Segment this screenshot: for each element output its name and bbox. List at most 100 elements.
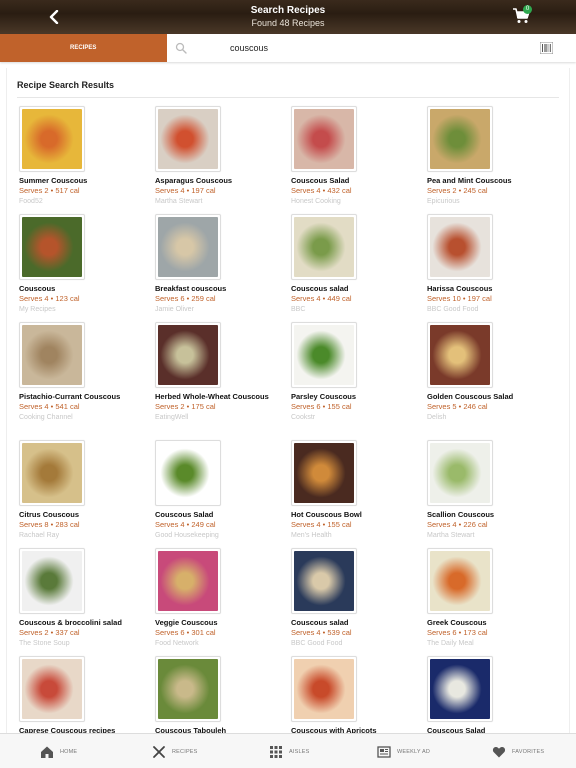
- recipe-name: Harissa Couscous: [427, 284, 493, 293]
- recipe-source: EatingWell: [155, 414, 189, 421]
- recipe-card[interactable]: Couscous Tabouleh: [155, 656, 285, 735]
- recipe-name: Veggie Couscous: [155, 618, 218, 627]
- recipe-serves-calories: Serves 4 • 249 cal: [155, 520, 216, 529]
- recipe-card[interactable]: Greek Couscous Serves 6 • 173 cal The Dail…: [427, 548, 557, 649]
- nav-recipes[interactable]: RECIPES: [152, 734, 198, 768]
- cart-badge: 0: [523, 5, 532, 14]
- recipe-card[interactable]: Couscous & broccolini salad Serves 2 • 33…: [19, 548, 149, 649]
- results-count: Found 48 Recipes: [251, 18, 325, 28]
- recipe-serves-calories: Serves 4 • 197 cal: [155, 186, 216, 195]
- recipe-card[interactable]: Couscous salad Serves 4 • 449 cal BBC: [291, 214, 421, 315]
- recipe-serves-calories: Serves 4 • 539 cal: [291, 628, 352, 637]
- recipe-image: [430, 217, 490, 277]
- barcode-scan-icon[interactable]: [540, 42, 553, 54]
- recipe-image: [430, 109, 490, 169]
- app-header: Search Recipes Found 48 Recipes 0: [0, 0, 576, 34]
- recipe-image: [22, 109, 82, 169]
- recipe-name: Greek Couscous: [427, 618, 487, 627]
- recipe-image: [158, 551, 218, 611]
- nav-favorites-label: FAVORITES: [512, 748, 545, 755]
- recipe-source: Delish: [427, 414, 447, 421]
- recipe-card[interactable]: Herbed Whole-Wheat Couscous Serves 2 • 17…: [155, 322, 285, 423]
- nav-weekly-ad[interactable]: WEEKLY AD: [377, 734, 430, 768]
- recipe-card[interactable]: Couscous Serves 4 • 123 cal My Recipes: [19, 214, 149, 315]
- recipe-name: Hot Couscous Bowl: [291, 510, 362, 519]
- home-icon: [41, 746, 53, 758]
- recipe-card[interactable]: Couscous salad Serves 4 • 539 cal BBC Good…: [291, 548, 421, 649]
- heart-icon: [492, 746, 506, 757]
- recipe-card[interactable]: Pistachio-Currant Couscous Serves 4 • 541…: [19, 322, 149, 423]
- recipe-card[interactable]: Veggie Couscous Serves 6 • 301 cal Food Ne…: [155, 548, 285, 649]
- recipe-thumbnail: [19, 322, 85, 388]
- recipe-serves-calories: Serves 6 • 301 cal: [155, 628, 216, 637]
- nav-weekly-ad-label: WEEKLY AD: [397, 748, 431, 755]
- recipe-thumbnail: [155, 656, 221, 722]
- recipe-card[interactable]: Golden Couscous Salad Serves 5 • 246 cal D…: [427, 322, 557, 423]
- recipe-source: Cooking Channel: [19, 414, 73, 421]
- nav-aisles[interactable]: AISLES: [269, 734, 309, 768]
- nav-home[interactable]: HOME: [40, 734, 77, 768]
- recipe-card[interactable]: Summer Couscous Serves 2 • 517 cal Food52: [19, 106, 149, 207]
- recipe-source: The Stone Soup: [19, 640, 70, 647]
- newspaper-icon: [377, 745, 391, 758]
- recipe-serves-calories: Serves 2 • 517 cal: [19, 186, 80, 195]
- recipe-source: Rachael Ray: [19, 532, 60, 539]
- recipe-name: Couscous salad: [291, 284, 349, 293]
- recipe-card[interactable]: Pea and Mint Couscous Serves 2 • 245 cal E…: [427, 106, 557, 207]
- recipe-source: My Recipes: [19, 306, 56, 313]
- recipe-image: [22, 659, 82, 719]
- recipe-card[interactable]: Scallion Couscous Serves 4 • 226 cal Marth…: [427, 440, 557, 541]
- recipe-card[interactable]: Parsley Couscous Serves 6 • 155 cal Cookst…: [291, 322, 421, 423]
- recipe-source: Good Housekeeping: [155, 532, 219, 539]
- recipe-serves-calories: Serves 4 • 432 cal: [291, 186, 352, 195]
- recipe-card[interactable]: Caprese Couscous recipes: [19, 656, 149, 735]
- recipe-image: [22, 443, 82, 503]
- nav-favorites[interactable]: FAVORITES: [492, 734, 544, 768]
- recipe-image: [430, 659, 490, 719]
- recipe-thumbnail: [291, 322, 357, 388]
- recipe-thumbnail: [427, 440, 493, 506]
- recipe-card[interactable]: Couscous Salad Serves 4 • 249 cal Good Hou…: [155, 440, 285, 541]
- results-panel: Recipe Search Results Summer Couscous Ser…: [6, 68, 570, 768]
- recipe-image: [430, 325, 490, 385]
- recipe-name: Herbed Whole-Wheat Couscous: [155, 392, 269, 401]
- recipe-card[interactable]: Hot Couscous Bowl Serves 4 • 155 cal Men's…: [291, 440, 421, 541]
- recipe-serves-calories: Serves 2 • 245 cal: [427, 186, 488, 195]
- cart-button[interactable]: 0: [512, 5, 534, 27]
- utensils-icon: [153, 745, 165, 758]
- recipe-thumbnail: [155, 106, 221, 172]
- recipe-card[interactable]: Asparagus Couscous Serves 4 • 197 cal Mart…: [155, 106, 285, 207]
- recipe-serves-calories: Serves 10 • 197 cal: [427, 294, 492, 303]
- recipe-card[interactable]: Citrus Couscous Serves 8 • 283 cal Rachael…: [19, 440, 149, 541]
- recipe-image: [22, 551, 82, 611]
- recipe-thumbnail: [291, 548, 357, 614]
- recipe-image: [294, 325, 354, 385]
- header-titles: Search Recipes Found 48 Recipes: [0, 5, 576, 29]
- recipe-name: Couscous Salad: [291, 176, 350, 185]
- bottom-nav: HOME RECIPES AISLES WEEKLY AD FAVORITES: [0, 733, 576, 768]
- recipe-thumbnail: [155, 548, 221, 614]
- recipe-thumbnail: [19, 548, 85, 614]
- recipe-image: [158, 109, 218, 169]
- recipe-name: Pea and Mint Couscous: [427, 176, 512, 185]
- recipe-card[interactable]: Couscous with Apricots: [291, 656, 421, 735]
- recipe-source: BBC: [291, 306, 306, 313]
- recipe-source: BBC Good Food: [291, 640, 343, 647]
- recipe-thumbnail: [19, 214, 85, 280]
- recipe-thumbnail: [19, 656, 85, 722]
- recipe-image: [158, 325, 218, 385]
- search-input[interactable]: [230, 40, 510, 56]
- recipe-name: Couscous salad: [291, 618, 349, 627]
- recipe-serves-calories: Serves 4 • 449 cal: [291, 294, 352, 303]
- recipe-card[interactable]: Harissa Couscous Serves 10 • 197 cal BBC G…: [427, 214, 557, 315]
- search-category-tab[interactable]: RECIPES: [0, 34, 167, 62]
- recipe-serves-calories: Serves 2 • 337 cal: [19, 628, 80, 637]
- recipe-card[interactable]: Couscous Salad: [427, 656, 557, 735]
- search-icon: [175, 42, 187, 54]
- recipe-thumbnail: [19, 440, 85, 506]
- recipe-thumbnail: [155, 322, 221, 388]
- recipe-source: Men's Health: [291, 532, 332, 539]
- recipe-card[interactable]: Breakfast couscous Serves 6 • 259 cal Jami…: [155, 214, 285, 315]
- recipe-card[interactable]: Couscous Salad Serves 4 • 432 cal Honest C…: [291, 106, 421, 207]
- recipe-name: Asparagus Couscous: [155, 176, 233, 185]
